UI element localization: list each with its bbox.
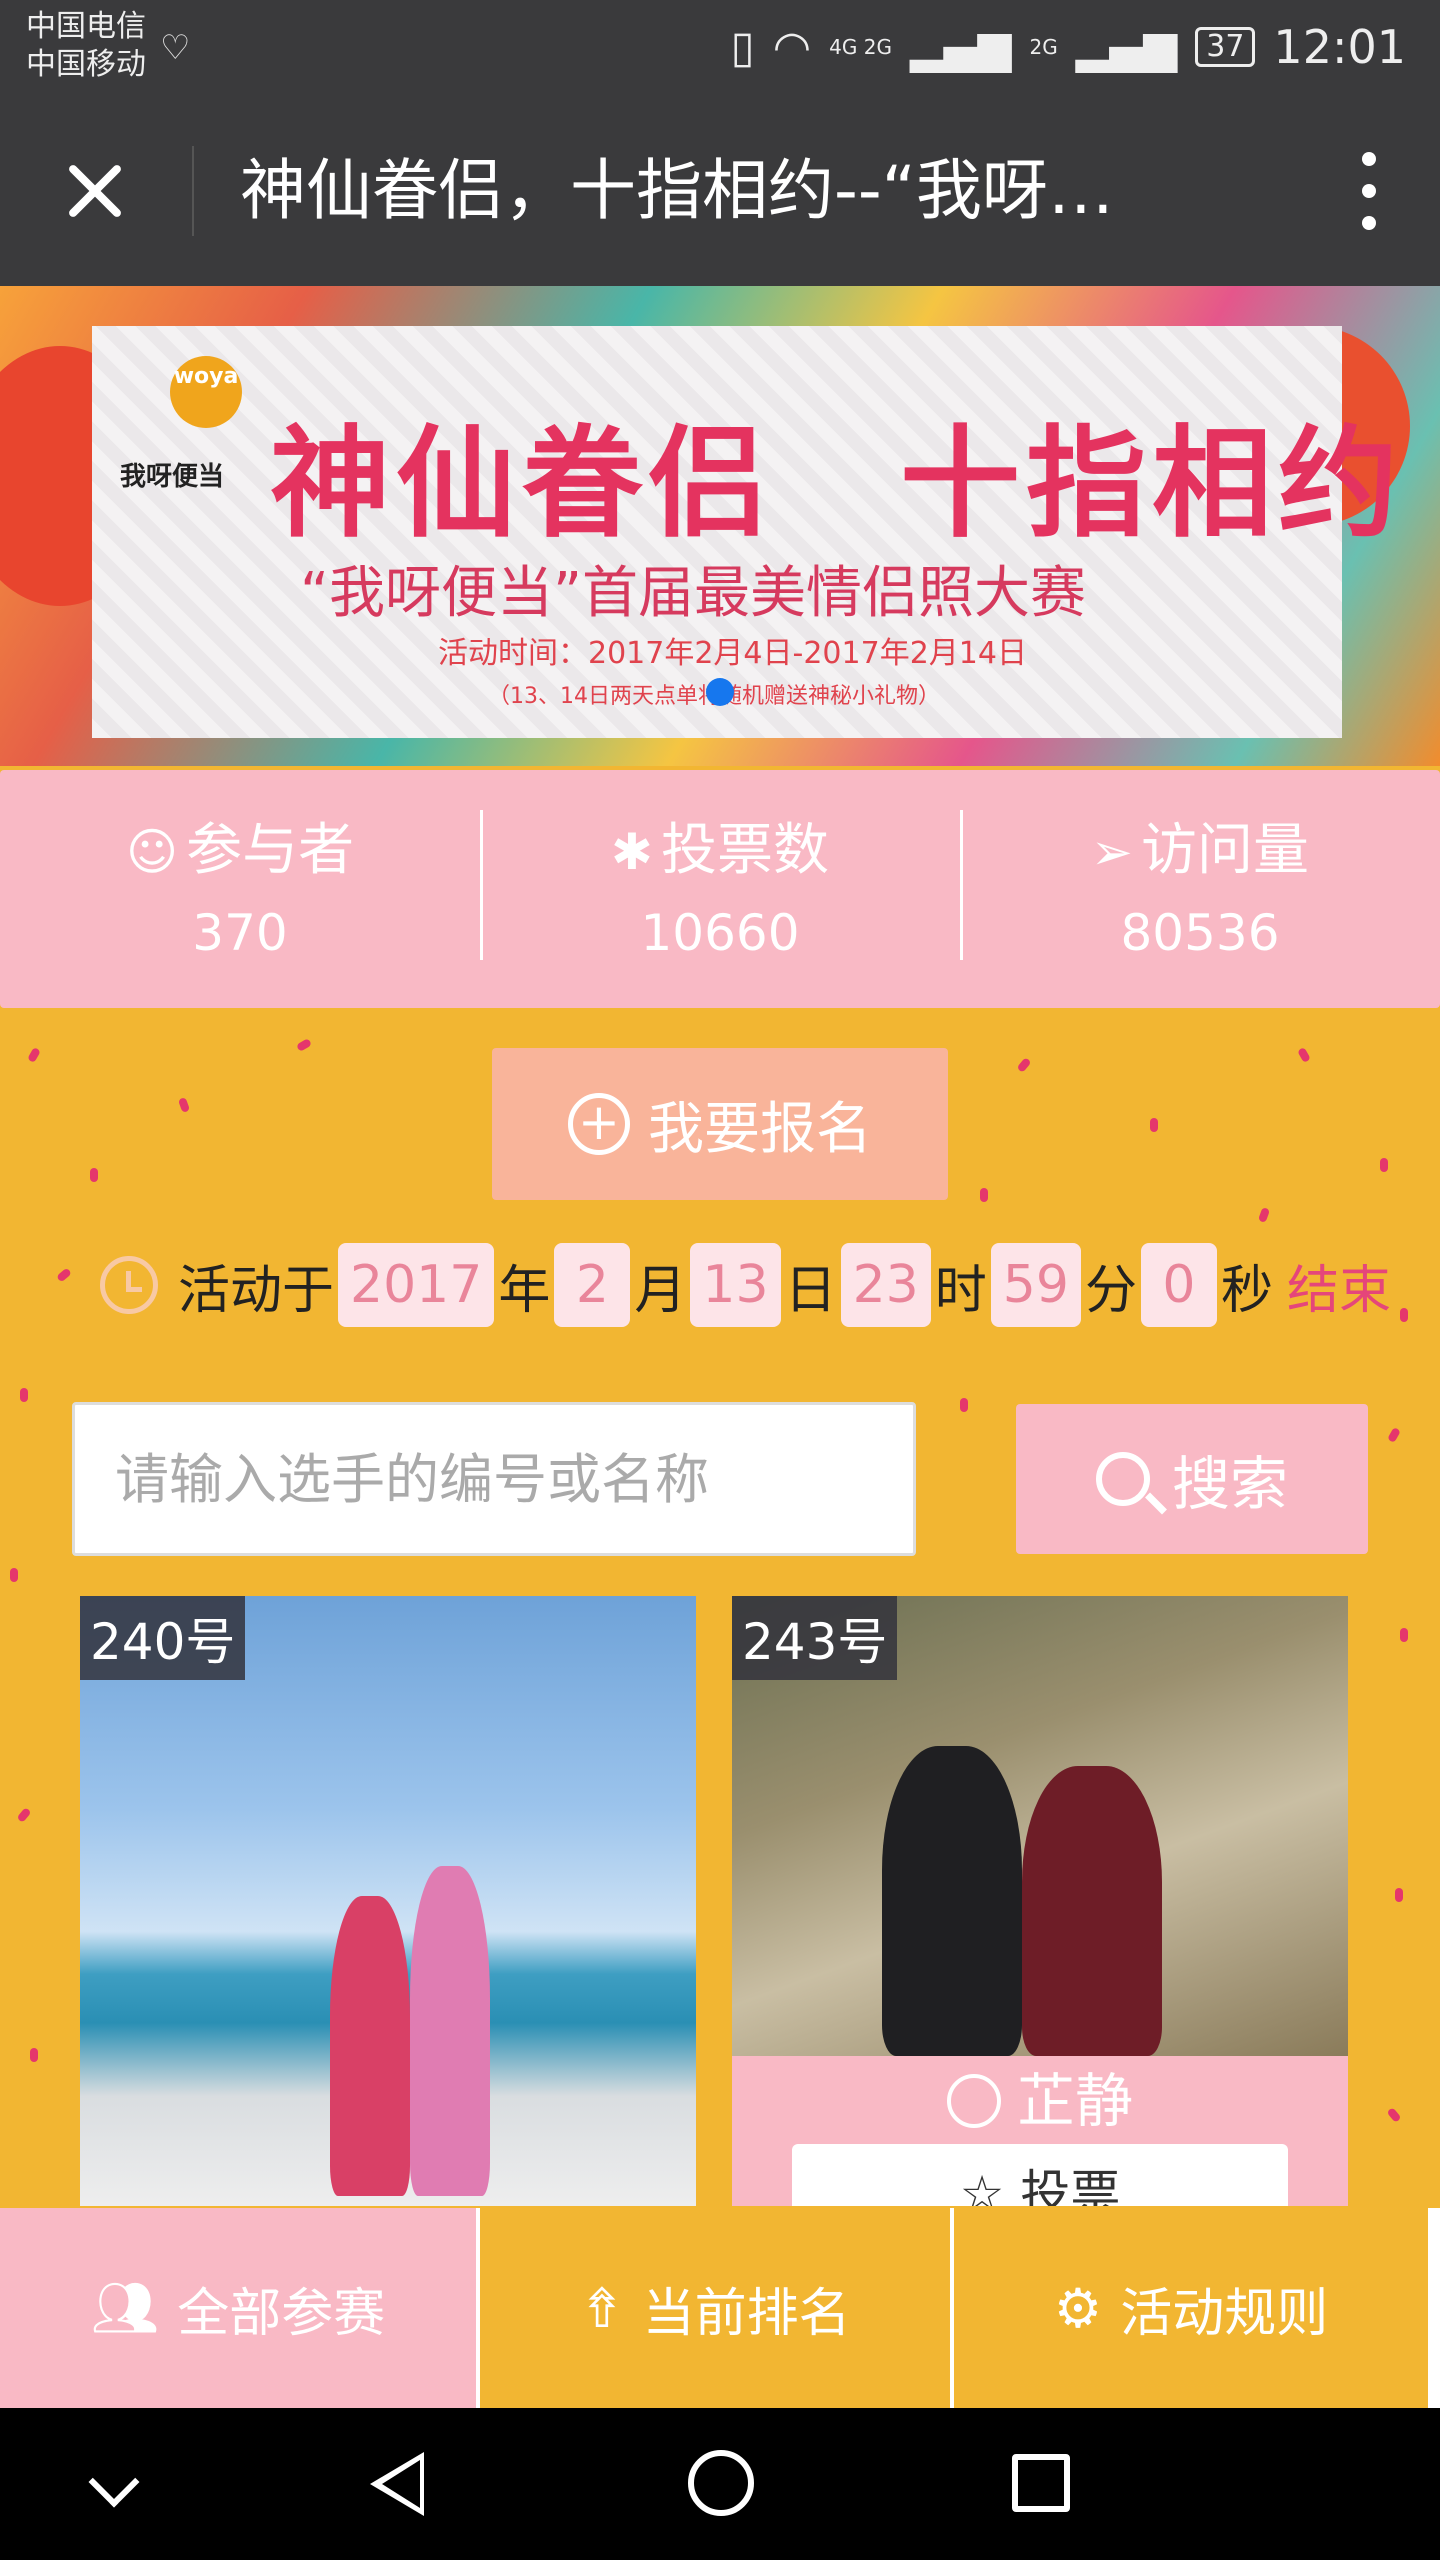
countdown-unit: 时 — [934, 1260, 987, 1321]
stat-label: 访问量 — [1140, 818, 1309, 883]
signal-icon: ▂▄▆ — [909, 21, 1012, 73]
stat-visits: ➢ 访问量 80536 — [960, 770, 1440, 1008]
contestant-card[interactable]: 243号 芷静 ☆ 投票 — [732, 1596, 1348, 2206]
more-options-icon[interactable] — [1350, 148, 1390, 234]
vibrate-icon: ▯ — [730, 21, 755, 73]
clock-icon — [100, 1256, 158, 1314]
tab-label: 活动规则 — [1120, 2283, 1329, 2344]
tab-ranking[interactable]: ⇮ 当前排名 — [480, 2208, 950, 2408]
close-icon[interactable] — [50, 151, 140, 231]
carrier-2: 中国移动 — [26, 47, 146, 82]
system-nav-bar — [0, 2408, 1440, 2560]
status-bar: 中国电信 中国移动 ♡ ▯ ◠ 4G 2G ▂▄▆ 2G ▂▄▆ 37 12:0… — [0, 0, 1440, 96]
person-figure — [882, 1746, 1022, 2056]
banner-subtitle: “我呀便当”首届最美情侣照大赛 — [300, 561, 1087, 626]
logo-brand: 我呀便当 — [120, 462, 225, 492]
tab-all-entries[interactable]: 👥︎ 全部参赛 — [0, 2208, 476, 2408]
carrier-labels: 中国电信 中国移动 — [26, 8, 146, 84]
vote-label: 投票 — [1020, 2165, 1121, 2206]
countdown-unit: 月 — [634, 1260, 687, 1321]
logo-badge: woya — [170, 356, 242, 428]
smile-icon: ☺ — [125, 823, 179, 881]
banner-date: 活动时间：2017年2月4日-2017年2月14日 — [438, 636, 1027, 671]
countdown-unit: 年 — [498, 1260, 551, 1321]
battery-icon: 37 — [1195, 27, 1256, 67]
countdown-prefix: 活动于 — [178, 1260, 335, 1321]
users-icon: 👥︎ — [90, 2276, 160, 2339]
countdown-year: 2017 — [338, 1243, 495, 1327]
plus-circle-icon: + — [568, 1093, 630, 1155]
countdown-unit: 分 — [1084, 1260, 1137, 1321]
contestant-card[interactable]: 240号 — [80, 1596, 696, 2206]
paper-plane-icon: ➢ — [1091, 823, 1133, 881]
banner-title: 神仙眷侣 十指相约 — [270, 415, 1404, 554]
smile-icon — [946, 2073, 1001, 2128]
tab-label: 当前排名 — [642, 2283, 851, 2344]
stats-panel: ☺ 参与者 370 ✱ 投票数 10660 ➢ 访问量 80536 — [0, 770, 1440, 1008]
back-icon[interactable] — [370, 2452, 424, 2516]
person-figure — [410, 1866, 490, 2196]
countdown-second: 0 — [1140, 1243, 1217, 1327]
tab-label: 全部参赛 — [177, 2283, 386, 2344]
contestant-number: 240号 — [80, 1596, 246, 1680]
stat-value: 370 — [192, 904, 288, 962]
network-type-1: 4G 2G — [829, 35, 892, 59]
countdown-month: 2 — [554, 1243, 631, 1327]
gear-icon: ⚙ — [1053, 2276, 1103, 2340]
bottom-tab-bar: 👥︎ 全部参赛 ⇮ 当前排名 ⚙ 活动规则 — [0, 2208, 1440, 2408]
person-figure — [1022, 1766, 1162, 2056]
countdown-unit: 秒 — [1220, 1260, 1273, 1321]
page-title: 神仙眷侣，十指相约--“我呀… — [240, 152, 1114, 229]
woya-logo: woya 我呀便当 — [120, 356, 250, 506]
title-bar: 神仙眷侣，十指相约--“我呀… — [0, 96, 1440, 286]
vote-button[interactable]: ☆ 投票 — [792, 2144, 1288, 2206]
stat-participants: ☺ 参与者 370 — [0, 770, 480, 1008]
search-input[interactable] — [72, 1402, 916, 1556]
network-type-2: 2G — [1029, 35, 1058, 59]
search-button-label: 搜索 — [1171, 1450, 1288, 1518]
carousel-indicator[interactable] — [706, 678, 734, 706]
home-icon[interactable] — [688, 2450, 754, 2516]
tab-rules[interactable]: ⚙ 活动规则 — [954, 2208, 1428, 2408]
wifi-icon: ◠ — [772, 21, 812, 73]
contestant-name-text: 芷静 — [1016, 2067, 1133, 2135]
stat-label: 参与者 — [186, 818, 355, 883]
contestant-name: 芷静 — [732, 2056, 1348, 2146]
stat-label: 投票数 — [660, 818, 829, 883]
palm-tree-icon: ✱ — [611, 823, 653, 881]
clock-time: 12:01 — [1273, 20, 1406, 74]
signup-label: 我要报名 — [648, 1096, 872, 1162]
countdown-unit: 日 — [784, 1260, 837, 1321]
person-figure — [330, 1896, 410, 2196]
search-button[interactable]: 搜索 — [1016, 1404, 1368, 1554]
title-divider — [192, 146, 194, 236]
star-icon: ☆ — [959, 2165, 1005, 2206]
signal-2-icon: ▂▄▆ — [1075, 21, 1178, 73]
stat-value: 10660 — [640, 904, 800, 962]
stat-votes: ✱ 投票数 10660 — [480, 770, 960, 1008]
rocket-top-icon: ⇮ — [579, 2276, 625, 2340]
health-heart-icon: ♡ — [160, 28, 191, 68]
stat-value: 80536 — [1120, 904, 1280, 962]
search-icon — [1095, 1452, 1150, 1506]
countdown-minute: 59 — [990, 1243, 1081, 1327]
countdown-day: 13 — [690, 1243, 781, 1327]
contestant-photo[interactable] — [80, 1596, 696, 2206]
contestant-number: 243号 — [732, 1596, 898, 1680]
hide-nav-icon[interactable] — [88, 2456, 140, 2508]
carrier-1: 中国电信 — [26, 9, 146, 44]
signup-button[interactable]: + 我要报名 — [492, 1048, 948, 1200]
recent-apps-icon[interactable] — [1012, 2454, 1070, 2512]
countdown: 活动于 2017 年 2 月 13 日 23 时 59 分 0 秒 结束 — [100, 1240, 1391, 1330]
countdown-hour: 23 — [840, 1243, 931, 1327]
countdown-suffix: 结束 — [1286, 1260, 1391, 1321]
status-indicators: ▯ ◠ 4G 2G ▂▄▆ 2G ▂▄▆ 37 12:01 — [731, 20, 1406, 74]
